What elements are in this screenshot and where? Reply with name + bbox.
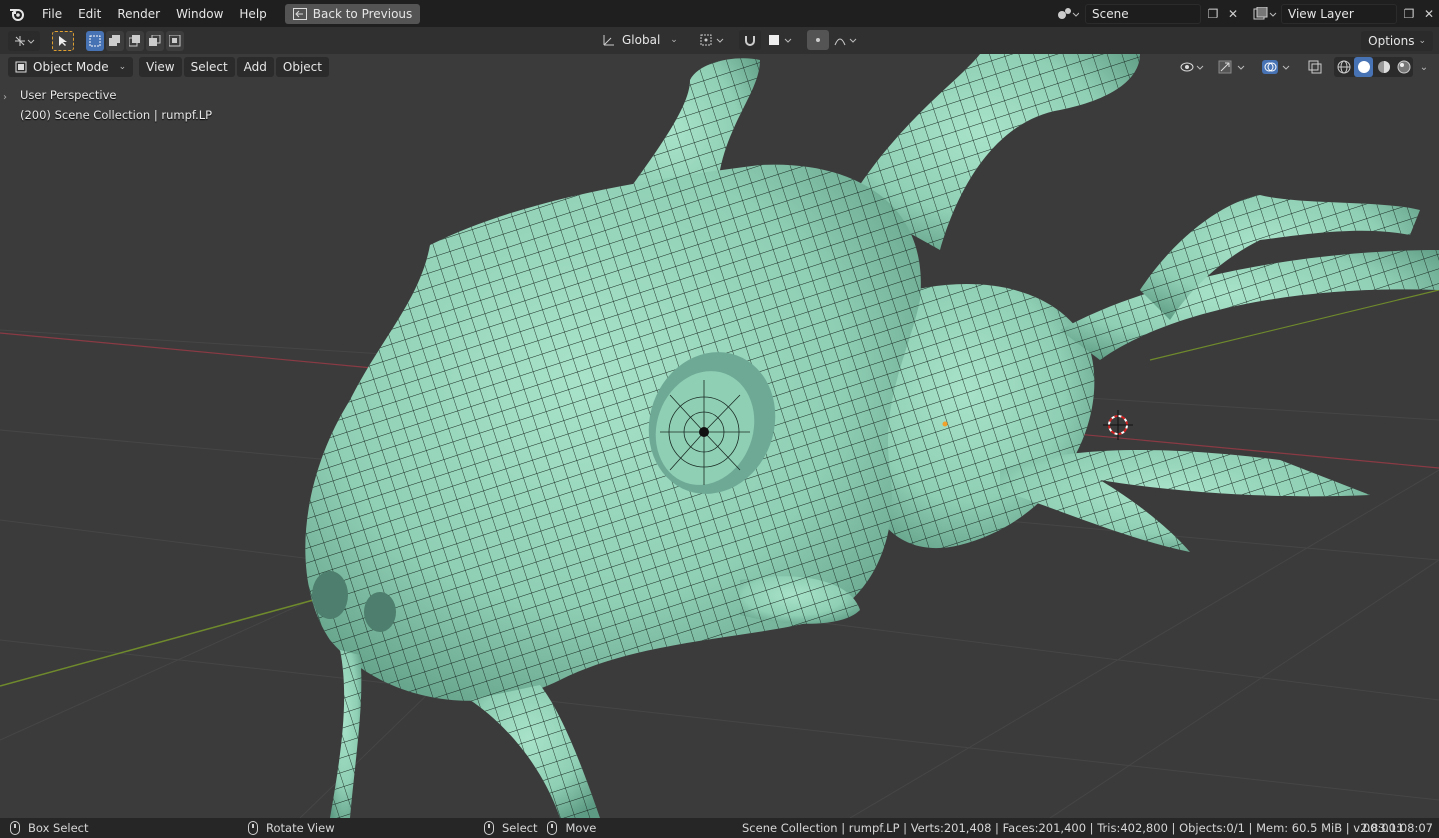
3d-viewport[interactable]: User Perspective (200) Scene Collection … (0, 54, 1439, 818)
blender-logo-icon[interactable] (0, 0, 34, 27)
transform-orientation-dropdown[interactable]: Global ⌄ (595, 30, 685, 50)
view-menu[interactable]: View (139, 57, 182, 77)
toolbar-toggle-icon[interactable]: › (3, 92, 7, 103)
selection-mode-icons (86, 30, 184, 51)
select-intersect-icon[interactable] (166, 30, 184, 51)
hint-select: Select (502, 821, 538, 835)
menu-edit[interactable]: Edit (70, 7, 109, 21)
status-hint-middle: Rotate View (248, 821, 335, 835)
editor-type-icon[interactable] (8, 30, 40, 51)
xray-icon[interactable] (1304, 57, 1326, 77)
new-view-layer-icon[interactable]: ❐ (1399, 4, 1419, 24)
menu-help[interactable]: Help (231, 7, 274, 21)
select-invert-icon[interactable] (146, 30, 164, 51)
main-menu: File Edit Render Window Help (34, 0, 275, 27)
hint-box-select: Box Select (28, 821, 89, 835)
menu-file[interactable]: File (34, 7, 70, 21)
view-layer-icon[interactable] (1249, 4, 1281, 24)
gizmo-icon[interactable] (1216, 57, 1252, 77)
rendered-shading-icon[interactable] (1394, 57, 1413, 77)
add-menu[interactable]: Add (236, 57, 274, 77)
transform-controls: Global ⌄ (595, 30, 861, 50)
back-arrow-icon (292, 7, 307, 20)
close-scene-icon[interactable]: ✕ (1223, 4, 1243, 24)
options-label: Options (1368, 34, 1415, 48)
menu-render[interactable]: Render (109, 7, 168, 21)
back-label: Back to Previous (312, 6, 413, 21)
mouse-right-icon (484, 821, 494, 835)
select-new-icon[interactable] (86, 30, 104, 51)
perspective-label: User Perspective (20, 88, 117, 102)
view-layer-field[interactable]: View Layer (1281, 3, 1397, 24)
wireframe-shading-icon[interactable] (1334, 57, 1353, 77)
scene-name: Scene (1092, 6, 1129, 21)
mesh-object[interactable] (305, 54, 1439, 818)
hint-rotate-view: Rotate View (266, 821, 335, 835)
menu-window[interactable]: Window (168, 7, 231, 21)
material-shading-icon[interactable] (1374, 57, 1393, 77)
view-layer-name: View Layer (1288, 6, 1354, 21)
playback-time: 00:00:08:07 (1362, 821, 1433, 835)
overlay-icon[interactable] (1260, 57, 1296, 77)
scene-stats: Scene Collection | rumpf.LP | Verts:201,… (742, 821, 1404, 835)
mode-dropdown[interactable]: Object Mode ⌄ (8, 57, 134, 77)
3d-cursor-icon[interactable] (1103, 410, 1133, 440)
new-scene-icon[interactable]: ❐ (1203, 4, 1223, 24)
falloff-icon[interactable] (833, 30, 861, 50)
viewport-scene[interactable] (0, 54, 1439, 818)
viewport-display-controls: ⌄ (1178, 57, 1431, 77)
mouse-move-icon (547, 821, 558, 835)
collection-info-label: (200) Scene Collection | rumpf.LP (20, 108, 213, 122)
options-dropdown[interactable]: Options ⌄ (1361, 31, 1433, 51)
object-mode-icon (15, 61, 27, 73)
select-extend-icon[interactable] (106, 30, 124, 51)
tool-settings-bar: Global ⌄ Options ⌄ (0, 27, 1439, 54)
back-to-previous-button[interactable]: Back to Previous (284, 3, 421, 24)
object-menu[interactable]: Object (275, 57, 329, 77)
top-bar: File Edit Render Window Help Back to Pre… (0, 0, 1439, 27)
orientation-icon (603, 35, 614, 46)
shading-mode-icons (1334, 57, 1413, 77)
scene-icon[interactable] (1053, 4, 1083, 24)
snap-target-icon[interactable] (765, 30, 797, 50)
select-menu[interactable]: Select (183, 57, 235, 77)
proportional-edit-icon[interactable] (806, 30, 829, 50)
mouse-middle-icon (248, 821, 258, 835)
select-subtract-icon[interactable] (126, 30, 144, 51)
object-origin-icon (942, 421, 948, 427)
viewport-menus: View Select Add Object (139, 57, 329, 77)
mode-label: Object Mode (33, 60, 109, 74)
solid-shading-icon[interactable] (1354, 57, 1373, 77)
close-view-layer-icon[interactable]: ✕ (1419, 4, 1439, 24)
scene-field[interactable]: Scene (1085, 3, 1201, 24)
eye-icon[interactable] (1178, 57, 1210, 77)
cursor-select-icon[interactable] (52, 30, 74, 51)
status-bar: Box Select Rotate View Select Move Scene… (0, 818, 1439, 838)
transform-orientation-label: Global (622, 33, 661, 47)
viewport-header: Object Mode ⌄ View Select Add Object ⌄ (0, 54, 1439, 80)
mouse-left-icon (10, 821, 20, 835)
status-hint-left: Box Select (10, 821, 89, 835)
hint-move: Move (565, 821, 597, 835)
y-axis-line (0, 589, 351, 687)
scene-selector-area: Scene ❐ ✕ View Layer ❐ ✕ (1053, 0, 1439, 27)
pivot-icon[interactable] (697, 30, 729, 50)
snap-magnet-icon[interactable] (738, 30, 761, 50)
status-hint-right: Select Move (484, 821, 596, 835)
shading-options-icon[interactable]: ⌄ (1417, 57, 1431, 77)
